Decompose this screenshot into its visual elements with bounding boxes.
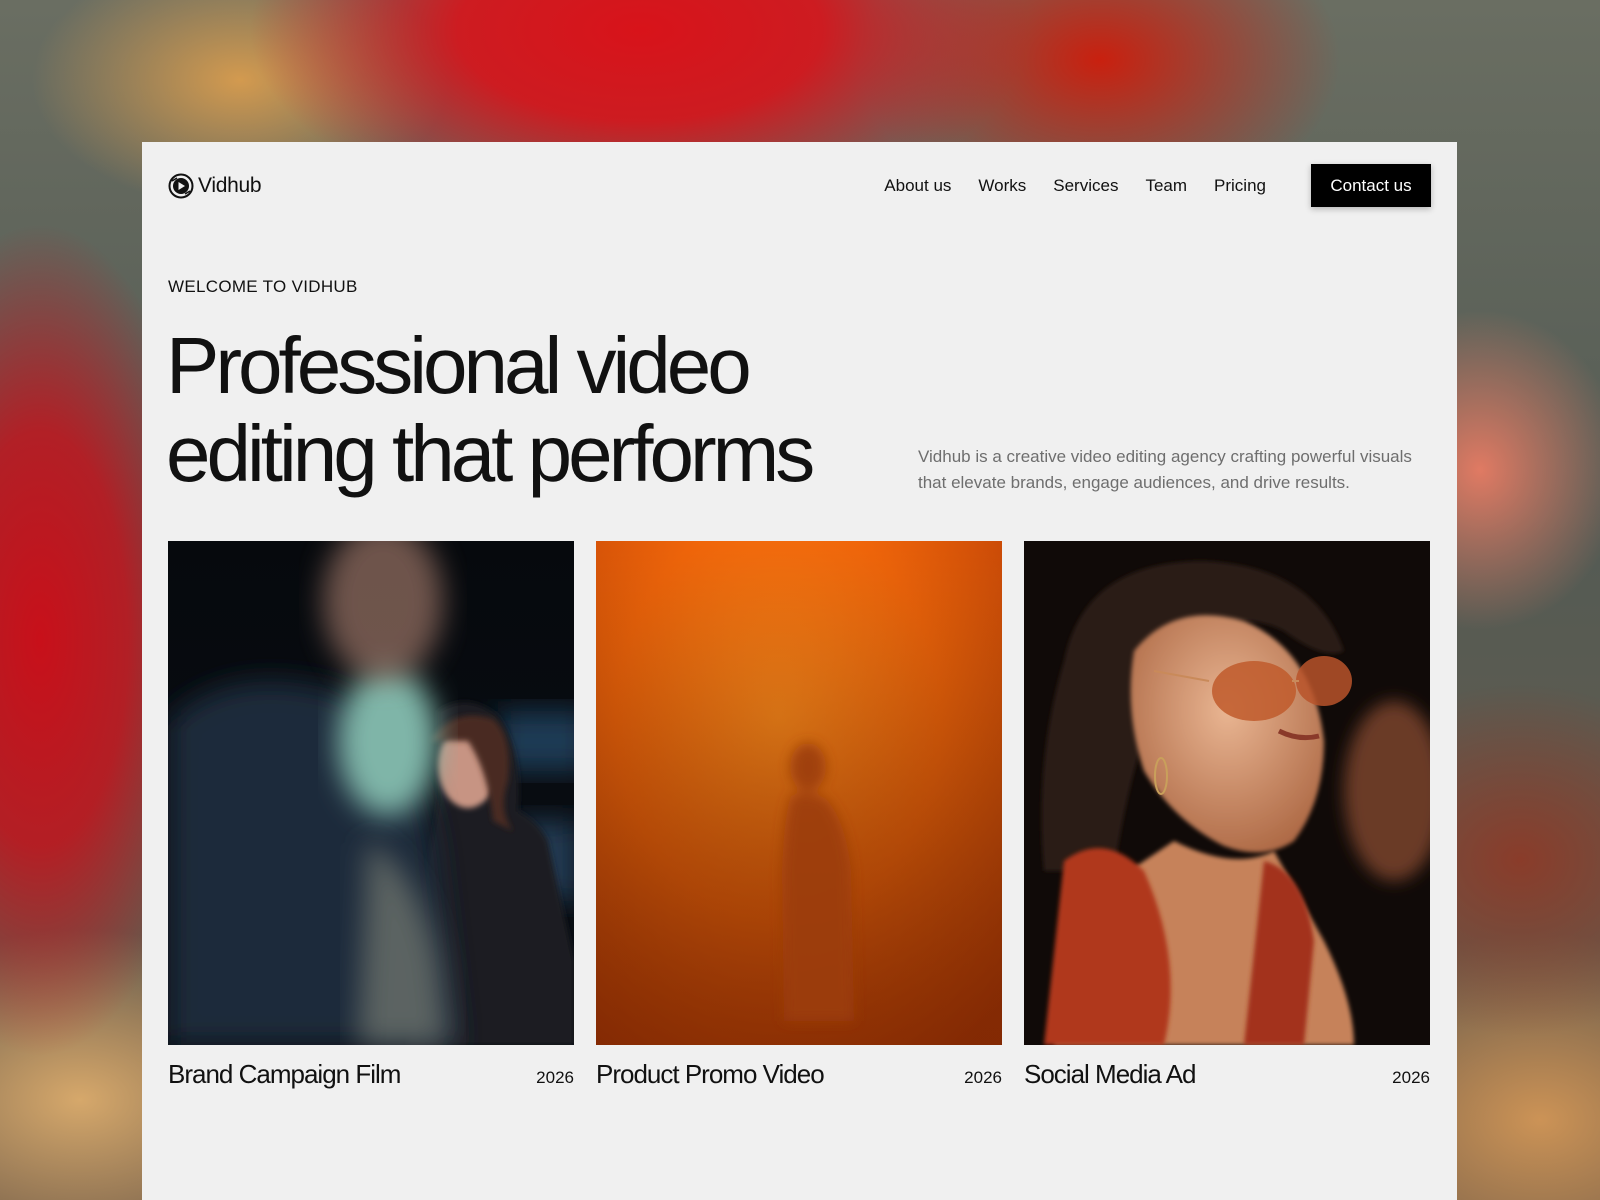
work-thumbnail-brand-campaign[interactable] — [168, 541, 574, 1045]
nav-right: About us Works Services Team Pricing Con… — [884, 164, 1431, 207]
headline-line-2: editing that performs — [166, 409, 815, 498]
nav-link-team[interactable]: Team — [1145, 176, 1187, 196]
work-title[interactable]: Social Media Ad — [1024, 1059, 1196, 1090]
work-card[interactable]: Product Promo Video 2026 — [596, 541, 1002, 1090]
brand-logo[interactable]: Vidhub — [168, 173, 262, 199]
work-year: 2026 — [964, 1068, 1002, 1087]
hero-eyebrow: WELCOME TO VIDHUB — [168, 277, 358, 296]
works-grid: Brand Campaign Film 2026 Product Promo V… — [168, 541, 1430, 1090]
work-meta: Product Promo Video 2026 — [596, 1059, 1002, 1090]
hero-description: Vidhub is a creative video editing agenc… — [918, 447, 1412, 492]
nav-link-works[interactable]: Works — [978, 176, 1026, 196]
hero-headline: Professional video editing that performs — [166, 322, 926, 498]
top-nav: Vidhub About us Works Services Team Pric… — [168, 164, 1431, 207]
nav-link-about-us[interactable]: About us — [884, 176, 951, 196]
nav-links: About us Works Services Team Pricing — [884, 176, 1266, 196]
work-title[interactable]: Product Promo Video — [596, 1059, 825, 1090]
work-meta: Brand Campaign Film 2026 — [168, 1059, 574, 1090]
work-card[interactable]: Social Media Ad 2026 — [1024, 541, 1430, 1090]
headline-line-1: Professional video — [166, 321, 752, 410]
work-title[interactable]: Brand Campaign Film — [168, 1059, 401, 1090]
work-thumbnail-product-promo[interactable] — [596, 541, 1002, 1045]
contact-us-button[interactable]: Contact us — [1311, 164, 1431, 207]
play-lens-icon — [168, 173, 194, 199]
work-thumbnail-social-media-ad[interactable] — [1024, 541, 1430, 1045]
nav-link-pricing[interactable]: Pricing — [1214, 176, 1266, 196]
page-card: Vidhub About us Works Services Team Pric… — [142, 142, 1457, 1200]
work-year: 2026 — [1392, 1068, 1430, 1087]
work-card[interactable]: Brand Campaign Film 2026 — [168, 541, 574, 1090]
brand-name: Vidhub — [198, 173, 262, 197]
work-meta: Social Media Ad 2026 — [1024, 1059, 1430, 1090]
nav-link-services[interactable]: Services — [1053, 176, 1118, 196]
work-year: 2026 — [536, 1068, 574, 1087]
